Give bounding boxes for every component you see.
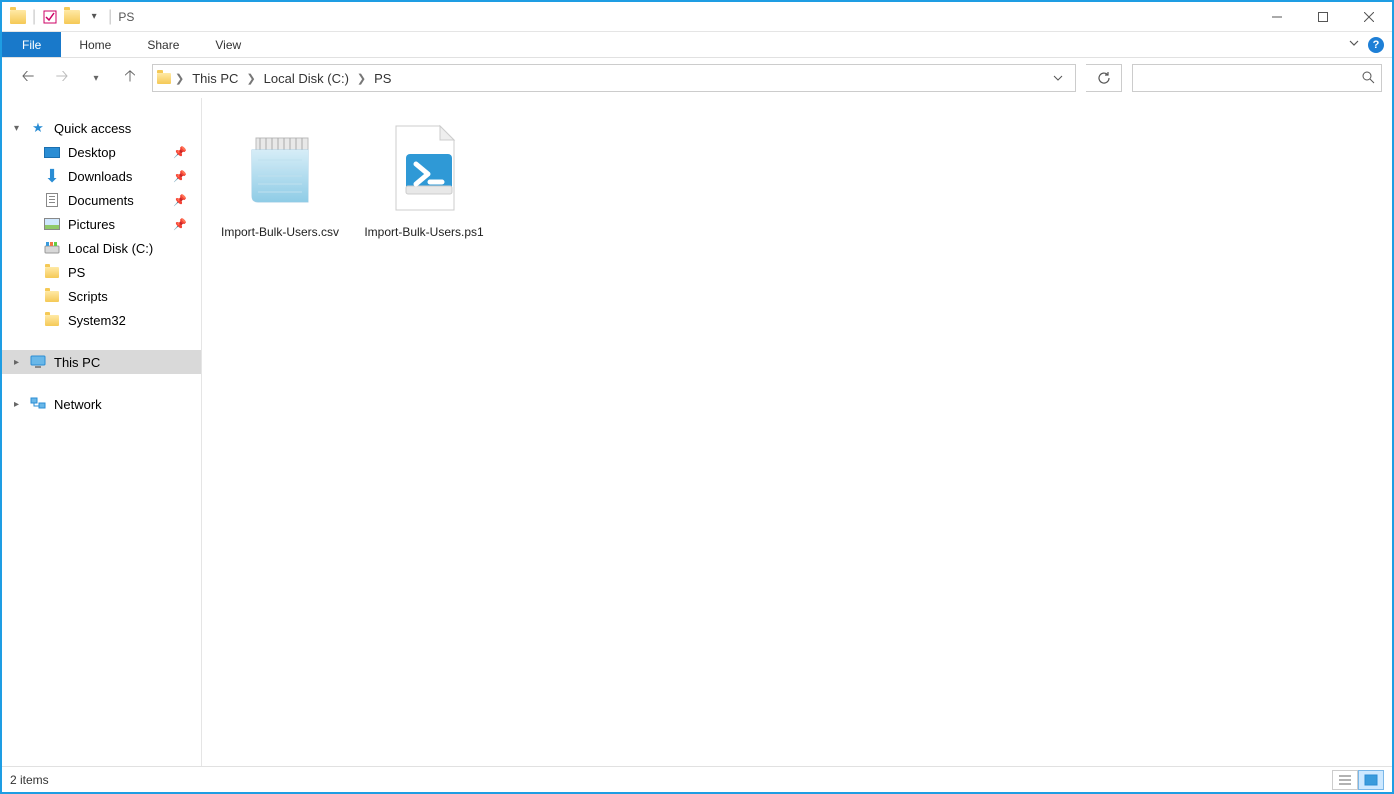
sidebar-item-network[interactable]: ▸ Network <box>2 392 201 416</box>
navigation-pane: ▾ ★ Quick access Desktop 📌 ⬇ Downloads 📌… <box>2 98 202 766</box>
new-folder-qat-icon[interactable] <box>64 10 80 24</box>
refresh-button[interactable] <box>1086 64 1122 92</box>
sidebar-item-ps[interactable]: PS <box>2 260 201 284</box>
file-label: Import-Bulk-Users.ps1 <box>364 224 483 240</box>
folder-icon <box>44 264 60 280</box>
sidebar-item-documents[interactable]: Documents 📌 <box>2 188 201 212</box>
breadcrumb[interactable]: Local Disk (C:) <box>260 71 353 86</box>
item-count: 2 items <box>10 773 49 787</box>
sidebar-item-label: Desktop <box>68 145 116 160</box>
sidebar-item-label: Local Disk (C:) <box>68 241 153 256</box>
csv-file-icon <box>230 118 330 218</box>
expand-icon[interactable]: ▸ <box>14 357 19 368</box>
sidebar-item-downloads[interactable]: ⬇ Downloads 📌 <box>2 164 201 188</box>
maximize-button[interactable] <box>1300 2 1346 32</box>
expand-icon[interactable]: ▸ <box>14 399 19 410</box>
status-bar: 2 items <box>2 766 1392 792</box>
pin-icon: 📌 <box>173 170 187 183</box>
tab-home[interactable]: Home <box>61 32 129 57</box>
disk-icon <box>44 240 60 256</box>
documents-icon <box>44 192 60 208</box>
window-title: PS <box>118 10 134 24</box>
details-view-button[interactable] <box>1332 770 1358 790</box>
pin-icon: 📌 <box>173 194 187 207</box>
sidebar-item-pictures[interactable]: Pictures 📌 <box>2 212 201 236</box>
sidebar-item-label: Network <box>54 397 102 412</box>
recent-locations-button[interactable]: ▾ <box>84 66 108 90</box>
search-icon <box>1361 70 1375 87</box>
qat-dropdown-icon[interactable]: ▾ <box>86 9 102 25</box>
up-button[interactable]: 🡡 <box>118 66 142 90</box>
quick-access-header[interactable]: ▾ ★ Quick access <box>2 116 201 140</box>
network-icon <box>30 396 46 412</box>
titlebar: | ▾ | PS <box>2 2 1392 32</box>
separator: | <box>32 8 36 26</box>
close-button[interactable] <box>1346 2 1392 32</box>
properties-qat-icon[interactable] <box>42 9 58 25</box>
address-dropdown-icon[interactable] <box>1045 71 1071 86</box>
separator: | <box>108 8 112 26</box>
minimize-button[interactable] <box>1254 2 1300 32</box>
file-item-csv[interactable]: Import-Bulk-Users.csv <box>210 114 350 244</box>
sidebar-item-label: Pictures <box>68 217 115 232</box>
sidebar-item-label: Downloads <box>68 169 132 184</box>
nav-row: 🡠 🡢 ▾ 🡡 ❯ This PC ❯ Local Disk (C:) ❯ PS <box>2 58 1392 98</box>
pin-icon: 📌 <box>173 218 187 231</box>
file-label: Import-Bulk-Users.csv <box>221 224 339 240</box>
pictures-icon <box>44 216 60 232</box>
desktop-icon <box>44 144 60 160</box>
pin-icon: 📌 <box>173 146 187 159</box>
sidebar-item-label: Documents <box>68 193 134 208</box>
app-icon <box>10 10 26 24</box>
tab-view[interactable]: View <box>197 32 259 57</box>
chevron-right-icon[interactable]: ❯ <box>357 72 366 85</box>
file-list[interactable]: Import-Bulk-Users.csv Import-Bulk-Users.… <box>202 98 1392 766</box>
large-icons-view-button[interactable] <box>1358 770 1384 790</box>
ps1-file-icon <box>374 118 474 218</box>
forward-button[interactable]: 🡢 <box>50 66 74 90</box>
sidebar-item-label: System32 <box>68 313 126 328</box>
help-icon[interactable]: ? <box>1368 37 1384 53</box>
address-folder-icon <box>157 73 171 84</box>
sidebar-item-label: Scripts <box>68 289 108 304</box>
expand-icon[interactable]: ▾ <box>14 123 19 134</box>
breadcrumb[interactable]: This PC <box>188 71 242 86</box>
tab-share[interactable]: Share <box>129 32 197 57</box>
chevron-right-icon[interactable]: ❯ <box>175 72 184 85</box>
downloads-icon: ⬇ <box>44 168 60 184</box>
file-item-ps1[interactable]: Import-Bulk-Users.ps1 <box>354 114 494 244</box>
sidebar-item-local-disk[interactable]: Local Disk (C:) <box>2 236 201 260</box>
star-icon: ★ <box>30 120 46 136</box>
sidebar-item-scripts[interactable]: Scripts <box>2 284 201 308</box>
sidebar-item-this-pc[interactable]: ▸ This PC <box>2 350 201 374</box>
address-bar[interactable]: ❯ This PC ❯ Local Disk (C:) ❯ PS <box>152 64 1076 92</box>
chevron-right-icon[interactable]: ❯ <box>246 72 255 85</box>
sidebar-item-system32[interactable]: System32 <box>2 308 201 332</box>
folder-icon <box>44 288 60 304</box>
sidebar-item-desktop[interactable]: Desktop 📌 <box>2 140 201 164</box>
sidebar-item-label: PS <box>68 265 85 280</box>
file-tab[interactable]: File <box>2 32 61 57</box>
pc-icon <box>30 354 46 370</box>
quick-access-label: Quick access <box>54 121 131 136</box>
ribbon: File Home Share View ? <box>2 32 1392 58</box>
sidebar-item-label: This PC <box>54 355 100 370</box>
back-button[interactable]: 🡠 <box>16 66 40 90</box>
expand-ribbon-icon[interactable] <box>1348 36 1360 54</box>
search-input[interactable] <box>1132 64 1382 92</box>
breadcrumb[interactable]: PS <box>370 71 395 86</box>
folder-icon <box>44 312 60 328</box>
